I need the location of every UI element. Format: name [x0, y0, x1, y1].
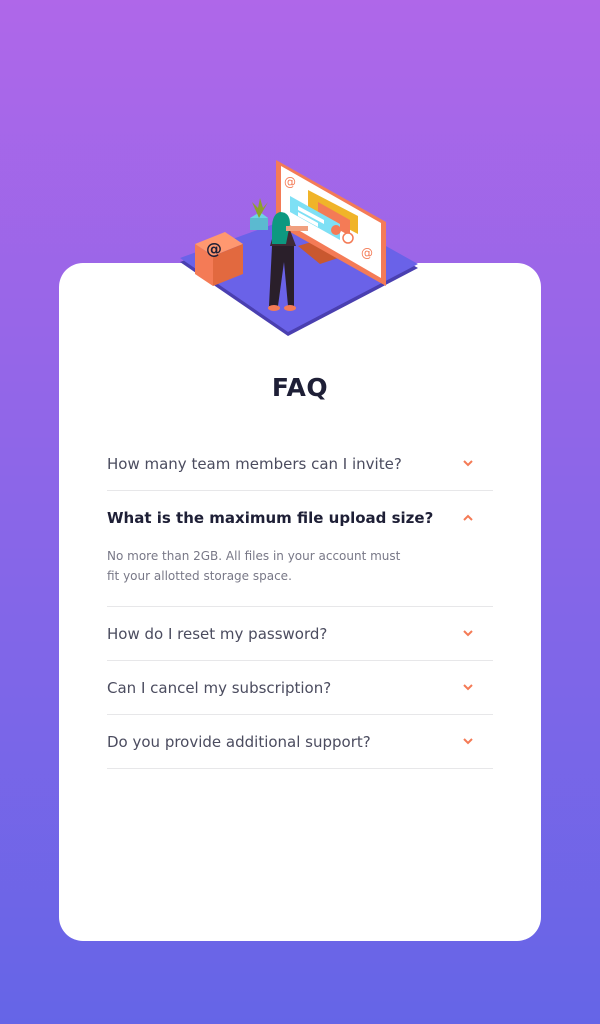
- svg-text:@: @: [361, 246, 373, 260]
- faq-question-text: How many team members can I invite?: [107, 454, 402, 473]
- faq-question-button[interactable]: Can I cancel my subscription?: [107, 661, 493, 714]
- faq-question-button[interactable]: What is the maximum file upload size?: [107, 491, 493, 544]
- woman-at-computer-illustration: @ @ @: [180, 160, 418, 336]
- faq-question-text: Can I cancel my subscription?: [107, 678, 332, 697]
- faq-item-team-members: How many team members can I invite?: [107, 437, 493, 491]
- chevron-down-icon: [459, 733, 477, 751]
- faq-question-text: Do you provide additional support?: [107, 732, 371, 751]
- faq-answer-text: No more than 2GB. All files in your acco…: [107, 549, 401, 583]
- faq-list: How many team members can I invite? What…: [107, 437, 493, 769]
- faq-item-additional-support: Do you provide additional support?: [107, 715, 493, 769]
- svg-text:@: @: [206, 239, 222, 258]
- page-title: FAQ: [271, 373, 329, 402]
- chevron-up-icon: [459, 509, 477, 527]
- chevron-down-icon: [459, 625, 477, 643]
- faq-question-button[interactable]: How do I reset my password?: [107, 607, 493, 660]
- faq-item-reset-password: How do I reset my password?: [107, 607, 493, 661]
- faq-question-text: How do I reset my password?: [107, 624, 328, 643]
- faq-question-button[interactable]: Do you provide additional support?: [107, 715, 493, 768]
- svg-text:@: @: [284, 175, 296, 189]
- chevron-down-icon: [459, 679, 477, 697]
- faq-question-button[interactable]: How many team members can I invite?: [107, 437, 493, 490]
- faq-item-upload-size: What is the maximum file upload size? No…: [107, 491, 493, 607]
- chevron-down-icon: [459, 455, 477, 473]
- faq-item-cancel-subscription: Can I cancel my subscription?: [107, 661, 493, 715]
- faq-question-text: What is the maximum file upload size?: [107, 508, 434, 527]
